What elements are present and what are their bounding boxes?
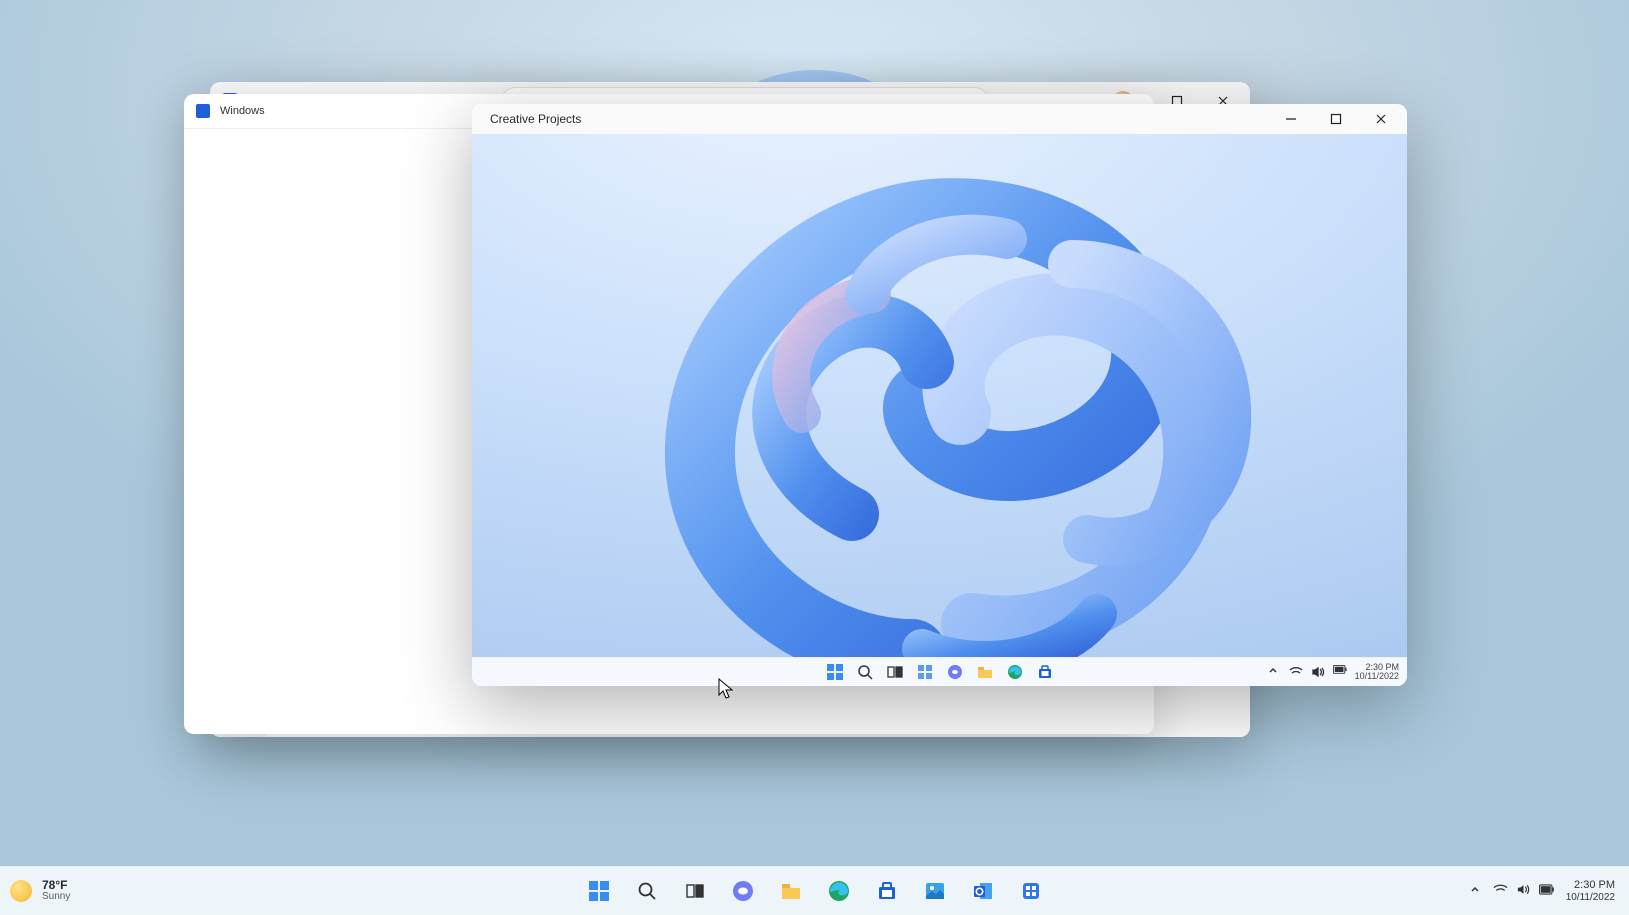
pinned-app-button[interactable] bbox=[1011, 871, 1051, 911]
bloom-wallpaper-icon bbox=[552, 134, 1352, 658]
tray-overflow-button[interactable] bbox=[1469, 884, 1481, 899]
search-button[interactable] bbox=[856, 663, 874, 681]
sandbox-clock[interactable]: 2:30 PM 10/11/2022 bbox=[1355, 663, 1399, 682]
weather-widget[interactable]: 78°F Sunny bbox=[10, 879, 70, 902]
outlook-button[interactable] bbox=[963, 871, 1003, 911]
sandbox-desktop[interactable] bbox=[472, 134, 1407, 658]
minimize-button[interactable] bbox=[1268, 105, 1313, 133]
store-button[interactable] bbox=[867, 871, 907, 911]
system-tray[interactable]: 2:30 PM 10/11/2022 bbox=[1469, 879, 1615, 902]
chat-button[interactable] bbox=[723, 871, 763, 911]
maximize-button[interactable] bbox=[1313, 105, 1358, 133]
file-explorer-button[interactable] bbox=[976, 663, 994, 681]
secondary-title: Windows bbox=[220, 105, 265, 117]
tray-overflow-button[interactable] bbox=[1267, 665, 1281, 679]
widgets-button[interactable] bbox=[916, 663, 934, 681]
task-view-button[interactable] bbox=[675, 871, 715, 911]
weather-sun-icon bbox=[10, 880, 32, 902]
search-button[interactable] bbox=[627, 871, 667, 911]
clock[interactable]: 2:30 PM 10/11/2022 bbox=[1566, 879, 1615, 902]
cursor-icon bbox=[718, 678, 736, 700]
chat-button[interactable] bbox=[946, 663, 964, 681]
battery-icon[interactable] bbox=[1333, 665, 1347, 679]
creative-projects-window[interactable]: Creative Projects bbox=[472, 104, 1407, 686]
creative-title: Creative Projects bbox=[490, 112, 581, 126]
volume-icon[interactable] bbox=[1516, 882, 1531, 900]
creative-titlebar[interactable]: Creative Projects bbox=[472, 104, 1407, 135]
task-view-button[interactable] bbox=[886, 663, 904, 681]
battery-icon[interactable] bbox=[1539, 882, 1554, 900]
volume-icon[interactable] bbox=[1311, 665, 1325, 679]
wifi-icon[interactable] bbox=[1493, 882, 1508, 900]
start-button[interactable] bbox=[826, 663, 844, 681]
store-button[interactable] bbox=[1036, 663, 1054, 681]
close-button[interactable] bbox=[1358, 105, 1403, 133]
edge-button[interactable] bbox=[1006, 663, 1024, 681]
weather-condition: Sunny bbox=[42, 892, 70, 903]
wifi-icon[interactable] bbox=[1289, 665, 1303, 679]
taskbar-center bbox=[579, 871, 1051, 911]
secondary-app-icon bbox=[196, 104, 210, 118]
taskbar[interactable]: 78°F Sunny 2:30 PM 10/11/2022 bbox=[0, 866, 1629, 915]
start-button[interactable] bbox=[579, 871, 619, 911]
sandbox-taskbar[interactable]: 2:30 PM 10/11/2022 bbox=[472, 657, 1407, 686]
photos-button[interactable] bbox=[915, 871, 955, 911]
file-explorer-button[interactable] bbox=[771, 871, 811, 911]
edge-button[interactable] bbox=[819, 871, 859, 911]
